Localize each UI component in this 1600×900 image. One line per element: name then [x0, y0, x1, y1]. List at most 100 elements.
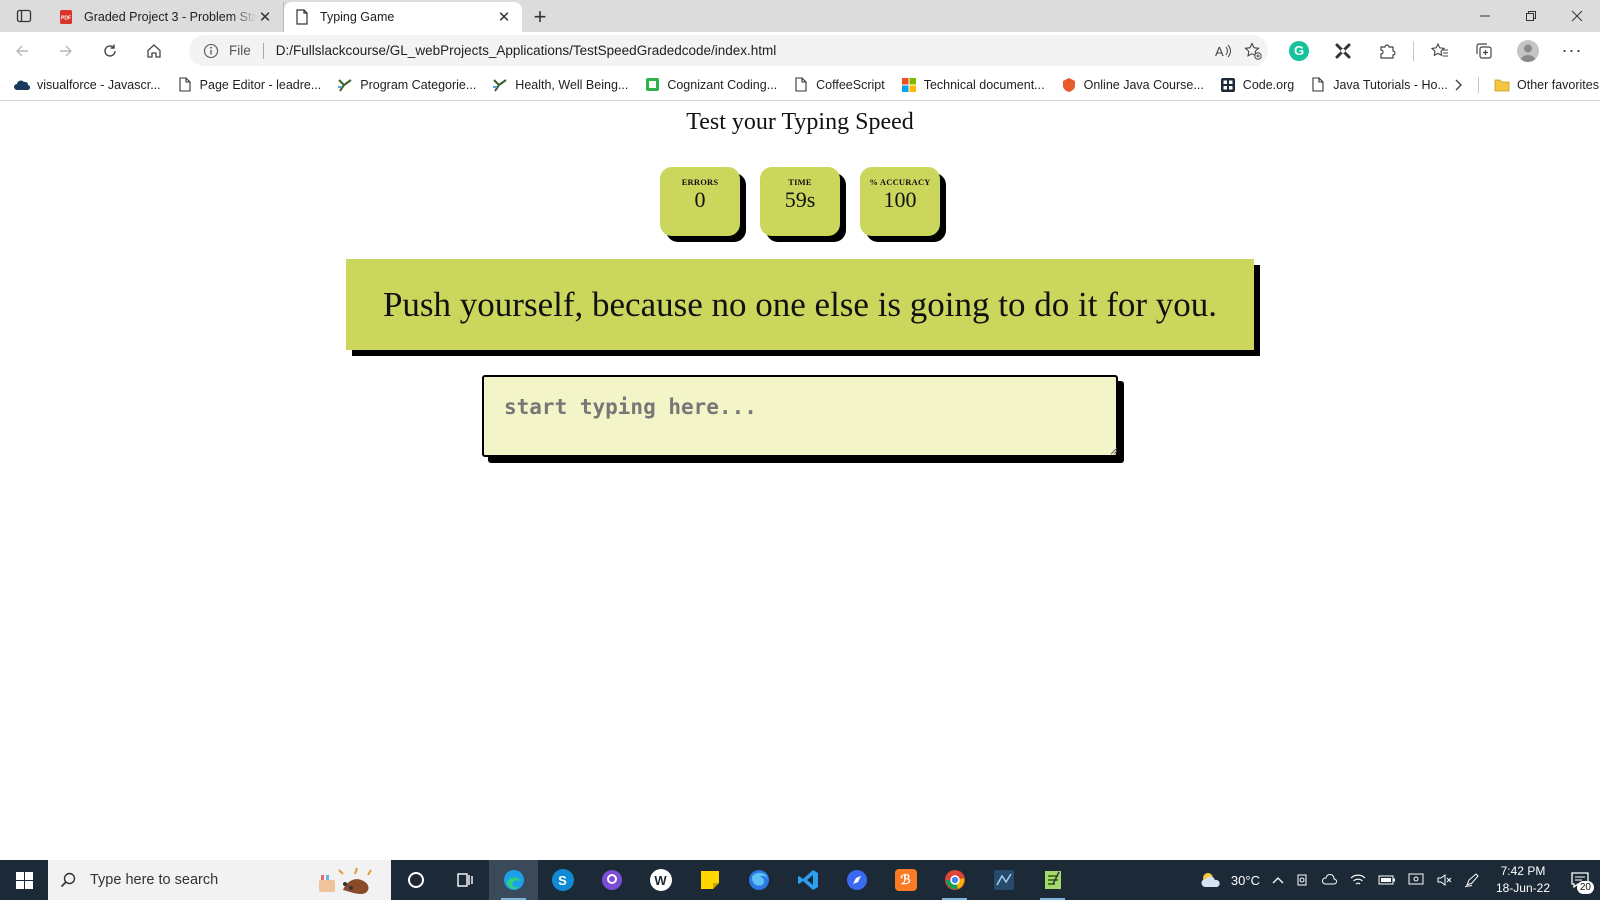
arrow-left-icon [16, 45, 28, 56]
taskbar-chrome[interactable] [930, 860, 979, 900]
refresh-button[interactable] [88, 35, 132, 67]
tray-display[interactable] [1402, 860, 1430, 900]
bookmark-technical-docs[interactable]: Technical document... [893, 72, 1053, 98]
bookmark-label: Code.org [1242, 77, 1295, 92]
bookmark-java-tutorials[interactable]: Java Tutorials - Ho... [1302, 72, 1456, 98]
bookmark-cognizant[interactable]: Cognizant Coding... [636, 72, 785, 98]
bookmark-coffeescript[interactable]: CoffeeScript [785, 72, 893, 98]
taskbar-compass-app[interactable] [832, 860, 881, 900]
minimize-button[interactable] [1462, 0, 1508, 32]
windows-taskbar: Type here to search S W ℬ 30°C 7:42 PM 1… [0, 860, 1600, 900]
taskbar-github[interactable] [587, 860, 636, 900]
notepad-icon [1044, 871, 1061, 889]
errors-value: 0 [694, 187, 706, 212]
url-scheme-label: File [229, 43, 251, 58]
clock-date: 18-Jun-22 [1495, 881, 1550, 895]
taskbar-sticky-notes[interactable] [685, 860, 734, 900]
add-favorite-icon[interactable] [1238, 41, 1268, 60]
bookmark-page-editor[interactable]: Page Editor - leadre... [169, 72, 330, 98]
task-view-button[interactable] [440, 860, 489, 900]
browser-tab-strip: PDF Graded Project 3 - Problem Statement… [0, 0, 1600, 32]
quote-text: Push yourself, because no one else is go… [346, 259, 1254, 350]
bookmark-label: Health, Well Being... [515, 77, 629, 92]
bookmark-program-categories[interactable]: Program Categorie... [329, 72, 484, 98]
chevron-right-icon[interactable] [1449, 74, 1469, 96]
home-icon [147, 43, 161, 58]
y-logo-icon [337, 77, 353, 93]
tray-onedrive[interactable] [1316, 860, 1344, 900]
resize-grip-icon[interactable] [1108, 445, 1118, 455]
forward-button[interactable] [44, 35, 88, 67]
tray-battery[interactable] [1372, 860, 1402, 900]
action-center-button[interactable]: 20 [1560, 860, 1600, 900]
other-favorites-folder[interactable]: Other favorites [1486, 72, 1600, 98]
code-org-icon [1220, 77, 1236, 93]
tray-camera[interactable] [1290, 860, 1316, 900]
errors-stat-box: ERRORS 0 [660, 167, 740, 236]
taskbar-vscode[interactable] [783, 860, 832, 900]
tab-typing-game[interactable]: Typing Game ✕ [284, 2, 522, 32]
windows-logo-icon [15, 871, 33, 889]
bookmark-online-java[interactable]: Online Java Course... [1053, 72, 1212, 98]
workbench-icon [993, 870, 1014, 890]
extension-button[interactable] [1321, 35, 1365, 67]
typing-input[interactable] [482, 375, 1118, 457]
display-icon [1408, 873, 1424, 885]
close-window-button[interactable] [1554, 0, 1600, 32]
taskbar-xampp[interactable]: ℬ [881, 860, 930, 900]
taskbar-search-box[interactable]: Type here to search [48, 860, 391, 900]
restore-button[interactable] [1508, 0, 1554, 32]
bookmark-health[interactable]: Health, Well Being... [484, 72, 636, 98]
tray-pen[interactable] [1458, 860, 1486, 900]
compass-icon [846, 870, 867, 890]
avatar [1517, 39, 1539, 62]
more-menu-button[interactable]: ··· [1550, 35, 1594, 67]
back-button[interactable] [0, 35, 44, 67]
arrow-right-icon [60, 45, 72, 56]
url-text[interactable]: D:/Fullslackcourse/GL_webProjects_Applic… [276, 43, 1208, 58]
time-value: 59s [784, 187, 816, 212]
tray-volume[interactable] [1430, 860, 1458, 900]
folder-icon [1494, 77, 1510, 93]
bookmark-visualforce[interactable]: visualforce - Javascr... [6, 72, 169, 98]
chrome-icon [944, 870, 965, 890]
home-button[interactable] [132, 35, 176, 67]
address-bar[interactable]: File D:/Fullslackcourse/GL_webProjects_A… [189, 35, 1268, 66]
close-icon[interactable]: ✕ [257, 9, 273, 26]
tab-actions-icon [16, 9, 32, 23]
toolbar-divider [1413, 40, 1414, 61]
favorites-button[interactable] [1418, 35, 1462, 67]
notification-count-badge: 20 [1576, 881, 1594, 894]
start-button[interactable] [0, 860, 48, 900]
bookmark-code-org[interactable]: Code.org [1212, 72, 1302, 98]
bookmark-label: Java Tutorials - Ho... [1333, 77, 1448, 92]
grammarly-extension-button[interactable]: G [1277, 35, 1321, 67]
taskbar-clock[interactable]: 7:42 PM 18-Jun-22 [1486, 863, 1560, 897]
close-icon[interactable]: ✕ [496, 9, 512, 26]
new-tab-button[interactable]: + [522, 2, 558, 32]
cortana-button[interactable] [391, 860, 440, 900]
read-aloud-icon[interactable]: A [1208, 43, 1238, 59]
show-hidden-icons-button[interactable] [1266, 860, 1290, 900]
grammarly-icon: G [1289, 40, 1309, 61]
vscode-icon [797, 870, 818, 890]
taskbar-notepad-app[interactable] [1028, 860, 1077, 900]
taskbar-mysql-workbench[interactable] [979, 860, 1028, 900]
collections-button[interactable] [1462, 35, 1506, 67]
weather-widget[interactable]: 30°C [1193, 860, 1266, 900]
close-icon [1571, 10, 1583, 22]
extensions-button[interactable] [1365, 35, 1409, 67]
tab-title: Typing Game [320, 10, 395, 24]
taskbar-word-app[interactable]: W [636, 860, 685, 900]
taskbar-skype[interactable]: S [538, 860, 587, 900]
taskbar-firefox[interactable] [734, 860, 783, 900]
profile-button[interactable] [1506, 35, 1550, 67]
puzzle-icon [1380, 43, 1396, 59]
bookmark-label: Page Editor - leadre... [199, 77, 322, 92]
tray-wifi[interactable] [1344, 860, 1372, 900]
weather-cloud-sun-icon [1201, 873, 1220, 887]
info-icon[interactable] [203, 43, 221, 59]
taskbar-edge[interactable] [489, 860, 538, 900]
tab-actions-button[interactable] [0, 0, 48, 32]
tab-graded-project[interactable]: PDF Graded Project 3 - Problem Statement… [48, 2, 284, 32]
